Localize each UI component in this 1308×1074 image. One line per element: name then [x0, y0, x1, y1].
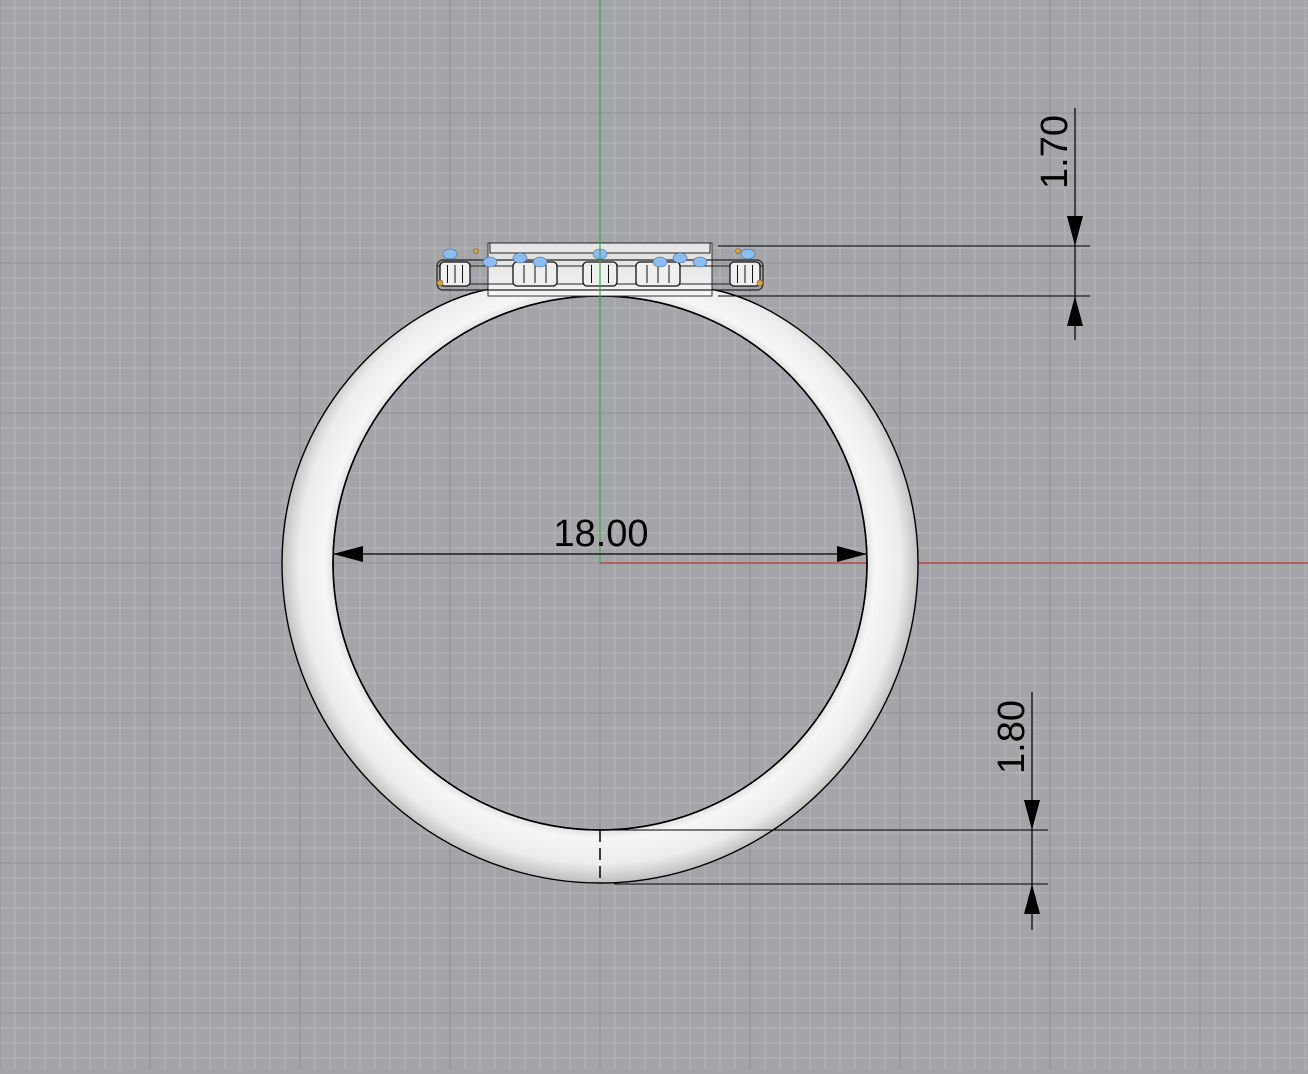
gemstone — [482, 256, 498, 268]
gemstone — [692, 256, 708, 268]
gemstone — [672, 252, 688, 264]
gemstone — [740, 248, 756, 260]
viewport-background — [0, 0, 1308, 1069]
dimension-label-diameter: 18.00 — [553, 513, 648, 555]
gemstone — [512, 252, 528, 264]
gemstone — [652, 256, 668, 268]
dimension-label-head-height: 1.70 — [1034, 115, 1076, 189]
rhino-front-viewport[interactable]: 18.00 1.70 1.80 — [0, 0, 1308, 1069]
prong-left — [436, 279, 444, 287]
viewport-canvas[interactable]: 18.00 1.70 1.80 — [0, 0, 1308, 1069]
prong-right — [756, 279, 764, 287]
gemstone — [442, 248, 458, 260]
dimension-label-shank-thickness: 1.80 — [991, 700, 1033, 774]
prong-right — [735, 248, 741, 254]
prong-left — [473, 248, 479, 254]
gemstone — [532, 256, 548, 268]
